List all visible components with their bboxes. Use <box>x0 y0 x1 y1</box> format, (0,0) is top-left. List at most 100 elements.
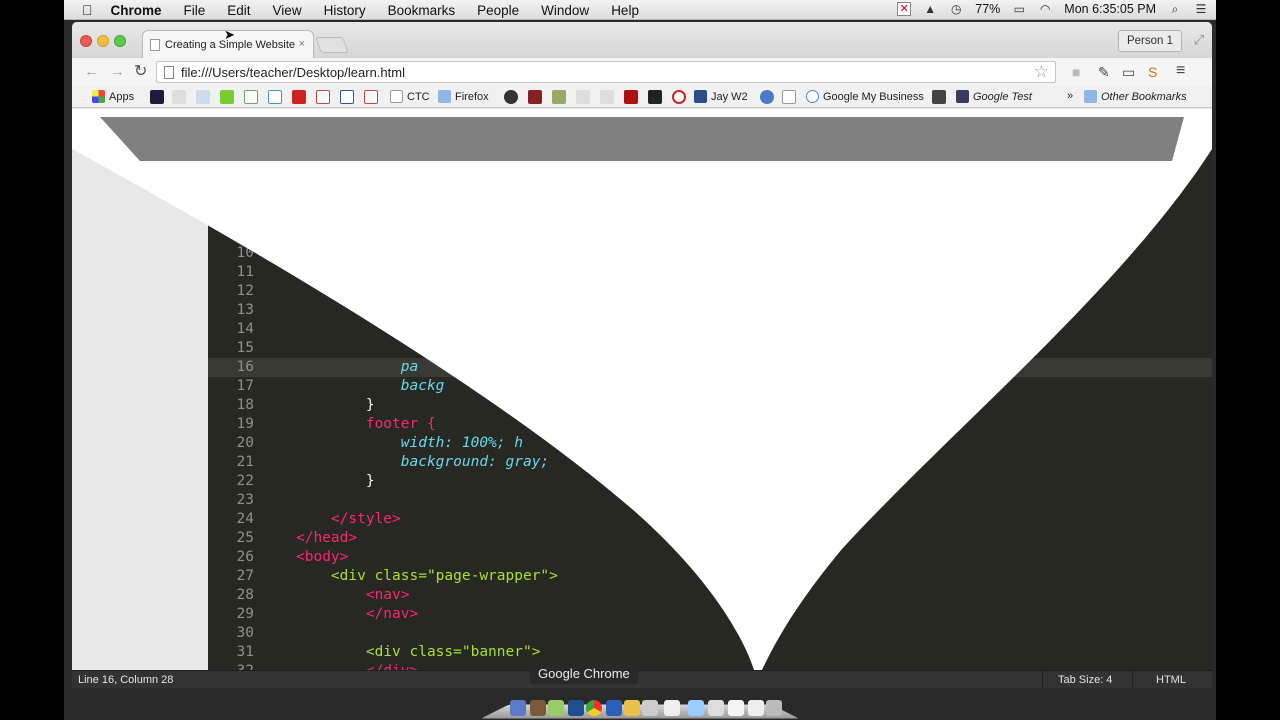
bookmark-favicon-icon[interactable] <box>504 90 518 104</box>
code-line: 32 </div> <box>208 662 1212 670</box>
bookmark-favicon-icon[interactable] <box>340 90 354 104</box>
back-icon[interactable]: ← <box>84 63 99 80</box>
bookmark-google-my-business-label: Google My Business <box>823 90 924 103</box>
tab-close-icon[interactable]: × <box>299 38 305 50</box>
code-text: </div> <box>296 662 418 670</box>
close-window-button[interactable] <box>80 35 92 47</box>
bookmark-favicon-icon[interactable] <box>760 90 774 104</box>
syntax-selector[interactable]: HTML <box>1156 674 1186 686</box>
profile-button[interactable]: Person 1 <box>1117 30 1182 52</box>
bookmark-google-test[interactable]: Google Test <box>956 90 1032 103</box>
bookmark-favicon-icon[interactable] <box>576 90 590 104</box>
bookmark-favicon-icon[interactable] <box>316 90 330 104</box>
menu-file[interactable]: File <box>184 3 206 18</box>
minimize-window-button[interactable] <box>97 35 109 47</box>
line-number: 23 <box>236 492 254 508</box>
bookmark-favicon-icon[interactable] <box>648 90 662 104</box>
line-number: 10 <box>236 245 254 261</box>
bookmark-favicon-icon[interactable] <box>292 90 306 104</box>
dock-app-icon[interactable] <box>548 700 564 716</box>
dock-app-icon[interactable] <box>748 700 764 716</box>
apple-menu-icon[interactable]:  <box>82 2 93 18</box>
bookmark-favicon-icon[interactable] <box>932 90 946 104</box>
bookmark-favicon-icon[interactable] <box>268 90 282 104</box>
dock-app-icon[interactable] <box>708 700 724 716</box>
line-number: 32 <box>208 662 254 670</box>
address-bar[interactable]: file:///Users/teacher/Desktop/learn.html… <box>156 61 1056 83</box>
code-line: 15 <box>208 339 1212 358</box>
code-text: } <box>296 473 375 489</box>
folder-icon[interactable] <box>688 700 704 716</box>
dock-app-icon[interactable] <box>624 700 640 716</box>
menu-people[interactable]: People <box>477 3 519 18</box>
menu-history[interactable]: History <box>324 3 366 18</box>
zoom-window-button[interactable] <box>114 35 126 47</box>
cast-icon[interactable]: ▭ <box>1122 64 1135 81</box>
forward-icon[interactable]: → <box>110 63 125 80</box>
new-tab-button[interactable] <box>315 37 349 53</box>
bookmark-favicon-icon[interactable] <box>364 90 378 104</box>
eyedropper-icon[interactable]: ✎ <box>1098 64 1110 81</box>
notification-center-icon[interactable]: ☰ <box>1194 2 1208 16</box>
menu-edit[interactable]: Edit <box>227 3 250 18</box>
bookmark-ctc[interactable]: CTC <box>390 90 430 103</box>
word-icon[interactable] <box>606 700 622 716</box>
line-number: 27 <box>236 568 254 584</box>
bookmark-favicon-icon[interactable] <box>672 90 686 104</box>
dock-app-icon[interactable] <box>642 700 658 716</box>
menu-view[interactable]: View <box>273 3 302 18</box>
divider <box>1042 671 1043 689</box>
code-line: 22 } <box>208 472 1212 491</box>
bookmarks-overflow-chevron[interactable]: » <box>1067 90 1073 102</box>
dock-app-icon[interactable] <box>664 700 680 716</box>
spotlight-search-icon[interactable]: ⌕ <box>1168 2 1182 16</box>
bookmark-favicon-icon[interactable] <box>172 90 186 104</box>
finder-icon[interactable] <box>510 700 526 716</box>
bookmark-other-bookmarks[interactable]: Other Bookmarks <box>1084 90 1187 103</box>
page-icon[interactable] <box>782 90 796 104</box>
clock[interactable]: Mon 6:35:05 PM <box>1064 2 1156 16</box>
code-text: backg <box>296 378 445 394</box>
bookmark-favicon-icon[interactable] <box>528 90 542 104</box>
battery-icon[interactable]: ▭ <box>1012 2 1026 16</box>
bookmark-favicon-icon[interactable] <box>220 90 234 104</box>
bookmark-favicon-icon[interactable] <box>150 90 164 104</box>
tab-size-selector[interactable]: Tab Size: 4 <box>1058 674 1112 686</box>
wifi-icon[interactable]: ◠ <box>1038 2 1052 16</box>
bookmark-favicon-icon[interactable] <box>624 90 638 104</box>
bookmark-jay-w2[interactable]: Jay W2 <box>694 90 748 103</box>
bookmark-favicon-icon[interactable] <box>600 90 614 104</box>
code-line: 19 footer { <box>208 415 1212 434</box>
bookmark-apps[interactable]: Apps <box>92 90 134 103</box>
bookmark-favicon-icon[interactable] <box>552 90 566 104</box>
dock-app-icon[interactable] <box>728 700 744 716</box>
menu-app-name[interactable]: Chrome <box>111 3 162 18</box>
fullscreen-icon[interactable]: ⤢ <box>1194 32 1204 48</box>
bookmark-google-my-business[interactable]: Google My Business <box>806 90 924 103</box>
extension-s-icon[interactable]: S <box>1148 64 1157 80</box>
time-machine-icon[interactable]: ◷ <box>949 2 963 16</box>
menu-window[interactable]: Window <box>541 3 589 18</box>
x-status-icon[interactable]: ✕ <box>897 2 912 16</box>
drive-icon[interactable]: ▲ <box>923 2 937 16</box>
dock-app-icon[interactable] <box>530 700 546 716</box>
menu-bookmarks[interactable]: Bookmarks <box>388 3 456 18</box>
chrome-menu-icon[interactable]: ≡ <box>1176 62 1185 80</box>
other-bookmarks-label: Other Bookmarks <box>1101 90 1187 103</box>
photoshop-icon[interactable] <box>568 700 584 716</box>
line-number: 29 <box>236 606 254 622</box>
bookmark-firefox[interactable]: Firefox <box>438 90 489 103</box>
bookmark-favicon-icon[interactable] <box>196 90 210 104</box>
trash-icon[interactable] <box>766 700 782 716</box>
bookmark-star-icon[interactable]: ☆ <box>1034 62 1049 82</box>
page-icon <box>164 66 174 79</box>
code-editor[interactable]: 10 11 12 13 14 15 16 pa 17 backg 18 } 19… <box>208 109 1212 670</box>
line-number: 20 <box>236 435 254 451</box>
reload-icon[interactable]: ↻ <box>134 61 147 81</box>
menu-help[interactable]: Help <box>611 3 639 18</box>
bookmark-favicon-icon[interactable] <box>244 90 258 104</box>
line-number: 15 <box>236 340 254 356</box>
battery-percent[interactable]: 77% <box>975 2 1000 16</box>
extension-shield-icon[interactable]: ■ <box>1072 64 1080 80</box>
chrome-icon[interactable] <box>586 700 602 716</box>
